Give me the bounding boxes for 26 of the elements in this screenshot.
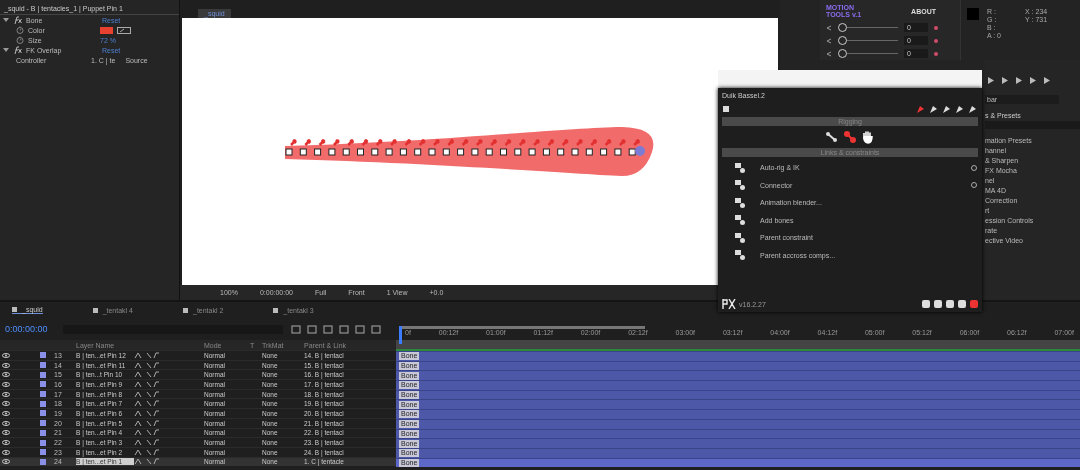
tool-icon — [734, 214, 746, 227]
link-icon[interactable] — [843, 130, 857, 144]
keyframe-dot-icon[interactable] — [934, 25, 938, 30]
keyframe-dot-icon[interactable] — [934, 38, 938, 43]
keyframe-dot-icon[interactable] — [934, 51, 938, 56]
expand-arrow-icon[interactable] — [3, 47, 9, 53]
slider-thumb[interactable] — [838, 36, 847, 45]
stopwatch-icon[interactable] — [16, 36, 24, 44]
hand-icon[interactable] — [861, 130, 875, 144]
tool-icon — [734, 231, 746, 244]
slider-thumb[interactable] — [838, 23, 847, 32]
tool-icon — [734, 196, 746, 209]
bone-icon[interactable] — [825, 130, 839, 144]
fx-icon — [13, 46, 22, 54]
tool-icon — [734, 161, 746, 174]
color-sample — [967, 8, 979, 20]
color-swatch[interactable] — [100, 26, 113, 34]
stopwatch-icon[interactable] — [16, 26, 24, 34]
tool-icon — [734, 249, 746, 262]
current-time[interactable]: 0:00:00:00 — [5, 324, 55, 334]
fx-logo-icon — [722, 299, 736, 309]
tool-icon — [734, 179, 746, 192]
expand-arrow-icon[interactable] — [3, 17, 9, 23]
slider-thumb[interactable] — [838, 49, 847, 58]
fx-icon — [13, 16, 22, 24]
playhead-handle[interactable] — [399, 326, 402, 344]
